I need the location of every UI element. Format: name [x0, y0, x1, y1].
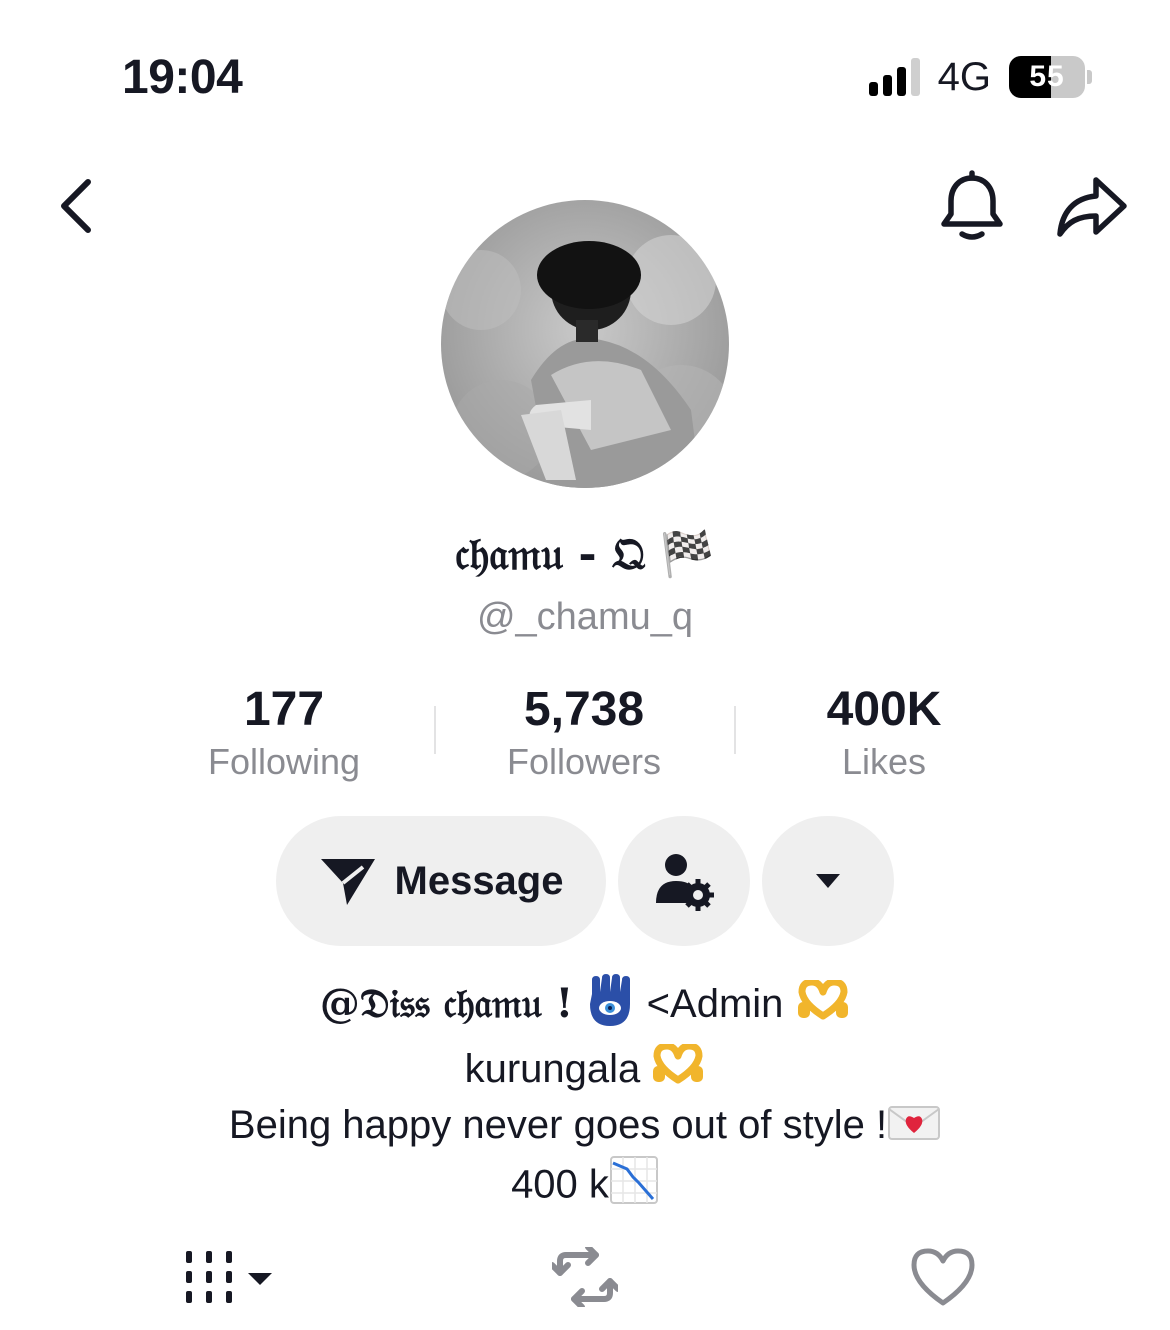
repost-icon: [552, 1247, 618, 1307]
chart-decreasing-icon: [609, 1155, 659, 1219]
bio-count: 400 k: [511, 1162, 609, 1207]
friend-settings-button[interactable]: [618, 816, 750, 946]
caret-down-icon: [816, 874, 840, 888]
display-name: 𝔠𝔥𝔞𝔪𝔲 - 𝔔 🏁: [455, 529, 715, 580]
bio-mention[interactable]: @𝔇𝔦𝔰𝔰 𝔠𝔥𝔞𝔪𝔲 !: [320, 980, 573, 1027]
bio-admin-text: <Admin: [646, 982, 784, 1026]
hamsa-icon: [586, 972, 634, 1042]
notifications-button[interactable]: [934, 170, 1010, 246]
share-button[interactable]: [1052, 170, 1132, 246]
heart-hands-icon: [796, 978, 850, 1034]
network-type: 4G: [937, 54, 991, 99]
heart-hands-icon: [651, 1042, 705, 1098]
stat-value: 400K: [826, 683, 942, 736]
bio-line-3: Being happy never goes out of style !: [0, 1098, 1170, 1154]
chevron-left-icon: [61, 179, 91, 233]
bio-location: kurungala: [464, 1047, 641, 1091]
status-time: 19:04: [122, 51, 243, 104]
bio-line-1: @𝔇𝔦𝔰𝔰 𝔠𝔥𝔞𝔪𝔲 ! <Admin: [0, 972, 1170, 1042]
stat-label: Followers: [506, 741, 662, 782]
tab-reposts[interactable]: [550, 1244, 620, 1310]
message-label: Message: [394, 858, 564, 903]
stat-label: Following: [207, 741, 361, 782]
battery-tip: [1087, 70, 1092, 84]
bio-quote: Being happy never goes out of style !: [228, 1103, 888, 1148]
status-indicators: 4G 55: [868, 54, 1092, 100]
tab-videos[interactable]: [184, 1244, 276, 1310]
stat-followers[interactable]: 5,738 Followers: [434, 680, 734, 784]
profile-stats: 177 Following 5,738 Followers 400K Likes: [134, 680, 1034, 790]
stat-label: Likes: [841, 741, 927, 782]
share-arrow-icon: [1057, 177, 1127, 237]
stat-following[interactable]: 177 Following: [134, 680, 434, 784]
user-gear-icon: [656, 854, 714, 911]
username-handle: @_chamu_q: [476, 596, 694, 638]
bio: @𝔇𝔦𝔰𝔰 𝔠𝔥𝔞𝔪𝔲 ! <Admin kurungala Being hap…: [0, 972, 1170, 1219]
bio-line-2: kurungala: [0, 1042, 1170, 1098]
message-button[interactable]: Message: [276, 816, 606, 946]
signal-icon: [868, 58, 920, 96]
love-letter-icon: [887, 1101, 941, 1155]
grid-filter-icon: [186, 1251, 272, 1303]
stat-likes[interactable]: 400K Likes: [734, 680, 1034, 784]
send-icon: [320, 859, 375, 905]
bell-icon: [941, 170, 1003, 240]
stat-value: 177: [243, 683, 325, 736]
heart-icon: [911, 1248, 975, 1306]
stat-value: 5,738: [523, 683, 645, 736]
avatar-image: [441, 200, 729, 488]
back-button[interactable]: [52, 176, 106, 236]
bio-line-4: 400 k: [0, 1155, 1170, 1219]
avatar[interactable]: [441, 200, 729, 488]
battery-icon: 55: [1009, 56, 1085, 98]
battery-level: 55: [1029, 60, 1065, 93]
more-options-button[interactable]: [762, 816, 894, 946]
tab-liked[interactable]: [910, 1244, 976, 1310]
